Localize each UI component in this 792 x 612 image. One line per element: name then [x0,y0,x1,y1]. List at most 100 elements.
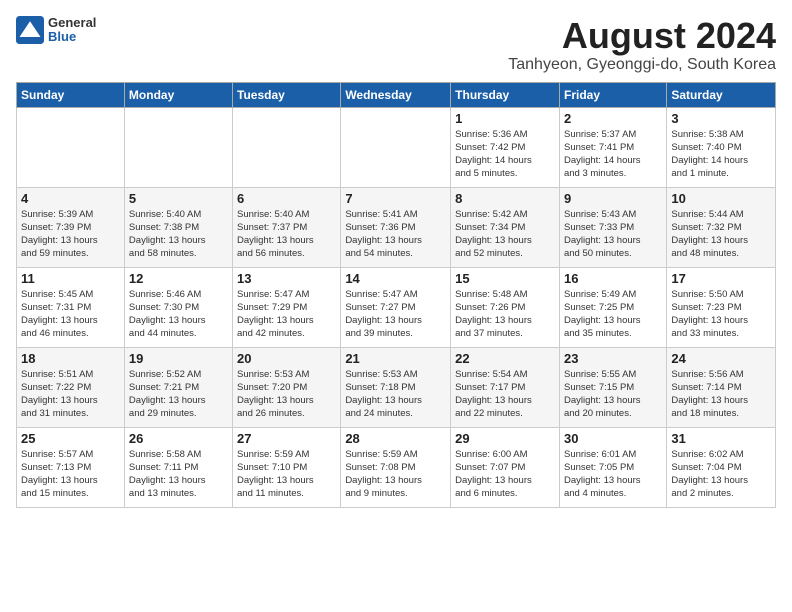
day-info: Sunrise: 5:45 AM Sunset: 7:31 PM Dayligh… [21,288,120,341]
col-header-friday: Friday [559,82,666,107]
day-number: 6 [237,191,336,206]
day-number: 19 [129,351,228,366]
calendar-cell: 24 Sunrise: 5:56 AM Sunset: 7:14 PM Dayli… [667,347,776,427]
day-number: 17 [671,271,771,286]
calendar-table: SundayMondayTuesdayWednesdayThursdayFrid… [16,82,776,508]
day-info: Sunrise: 5:57 AM Sunset: 7:13 PM Dayligh… [21,448,120,501]
day-number: 27 [237,431,336,446]
day-number: 12 [129,271,228,286]
day-number: 13 [237,271,336,286]
calendar-cell: 13 Sunrise: 5:47 AM Sunset: 7:29 PM Dayli… [233,267,341,347]
day-info: Sunrise: 5:59 AM Sunset: 7:10 PM Dayligh… [237,448,336,501]
calendar-cell: 4 Sunrise: 5:39 AM Sunset: 7:39 PM Daylig… [17,187,125,267]
day-info: Sunrise: 5:43 AM Sunset: 7:33 PM Dayligh… [564,208,662,261]
calendar-cell: 2 Sunrise: 5:37 AM Sunset: 7:41 PM Daylig… [559,107,666,187]
day-number: 25 [21,431,120,446]
calendar-cell: 28 Sunrise: 5:59 AM Sunset: 7:08 PM Dayli… [341,427,451,507]
day-info: Sunrise: 6:01 AM Sunset: 7:05 PM Dayligh… [564,448,662,501]
day-number: 16 [564,271,662,286]
day-number: 31 [671,431,771,446]
day-info: Sunrise: 5:47 AM Sunset: 7:29 PM Dayligh… [237,288,336,341]
day-number: 1 [455,111,555,126]
col-header-tuesday: Tuesday [233,82,341,107]
day-info: Sunrise: 5:55 AM Sunset: 7:15 PM Dayligh… [564,368,662,421]
logo-general: General [48,16,96,30]
calendar-cell: 12 Sunrise: 5:46 AM Sunset: 7:30 PM Dayli… [124,267,232,347]
calendar-cell: 23 Sunrise: 5:55 AM Sunset: 7:15 PM Dayli… [559,347,666,427]
day-number: 5 [129,191,228,206]
calendar-cell: 31Sunrise: 6:02 AM Sunset: 7:04 PM Dayli… [667,427,776,507]
calendar-cell [233,107,341,187]
col-header-saturday: Saturday [667,82,776,107]
calendar-week-row: 18Sunrise: 5:51 AM Sunset: 7:22 PM Dayli… [17,347,776,427]
calendar-cell: 10Sunrise: 5:44 AM Sunset: 7:32 PM Dayli… [667,187,776,267]
calendar-cell: 21 Sunrise: 5:53 AM Sunset: 7:18 PM Dayli… [341,347,451,427]
calendar-cell [124,107,232,187]
day-number: 9 [564,191,662,206]
day-info: Sunrise: 5:47 AM Sunset: 7:27 PM Dayligh… [345,288,446,341]
calendar-cell: 14 Sunrise: 5:47 AM Sunset: 7:27 PM Dayli… [341,267,451,347]
day-info: Sunrise: 5:40 AM Sunset: 7:37 PM Dayligh… [237,208,336,261]
calendar-cell: 20Sunrise: 5:53 AM Sunset: 7:20 PM Dayli… [233,347,341,427]
calendar-week-row: 4 Sunrise: 5:39 AM Sunset: 7:39 PM Daylig… [17,187,776,267]
calendar-cell: 25 Sunrise: 5:57 AM Sunset: 7:13 PM Dayli… [17,427,125,507]
day-number: 10 [671,191,771,206]
day-info: Sunrise: 5:39 AM Sunset: 7:39 PM Dayligh… [21,208,120,261]
day-number: 8 [455,191,555,206]
page-header: General Blue August 2024 Tanhyeon, Gyeon… [16,16,776,74]
calendar-cell: 30Sunrise: 6:01 AM Sunset: 7:05 PM Dayli… [559,427,666,507]
day-number: 26 [129,431,228,446]
location: Tanhyeon, Gyeonggi-do, South Korea [508,56,776,74]
day-info: Sunrise: 5:38 AM Sunset: 7:40 PM Dayligh… [671,128,771,181]
day-number: 24 [671,351,771,366]
day-number: 4 [21,191,120,206]
day-info: Sunrise: 5:58 AM Sunset: 7:11 PM Dayligh… [129,448,228,501]
calendar-cell: 11Sunrise: 5:45 AM Sunset: 7:31 PM Dayli… [17,267,125,347]
calendar-cell: 8 Sunrise: 5:42 AM Sunset: 7:34 PM Daylig… [451,187,560,267]
calendar-cell: 18Sunrise: 5:51 AM Sunset: 7:22 PM Dayli… [17,347,125,427]
day-info: Sunrise: 5:53 AM Sunset: 7:18 PM Dayligh… [345,368,446,421]
day-info: Sunrise: 5:59 AM Sunset: 7:08 PM Dayligh… [345,448,446,501]
day-number: 7 [345,191,446,206]
calendar-cell: 22Sunrise: 5:54 AM Sunset: 7:17 PM Dayli… [451,347,560,427]
calendar-cell: 9 Sunrise: 5:43 AM Sunset: 7:33 PM Daylig… [559,187,666,267]
calendar-week-row: 1 Sunrise: 5:36 AM Sunset: 7:42 PM Daylig… [17,107,776,187]
col-header-monday: Monday [124,82,232,107]
day-info: Sunrise: 5:48 AM Sunset: 7:26 PM Dayligh… [455,288,555,341]
calendar-cell: 19Sunrise: 5:52 AM Sunset: 7:21 PM Dayli… [124,347,232,427]
calendar-cell: 29Sunrise: 6:00 AM Sunset: 7:07 PM Dayli… [451,427,560,507]
day-info: Sunrise: 5:53 AM Sunset: 7:20 PM Dayligh… [237,368,336,421]
calendar-cell: 7 Sunrise: 5:41 AM Sunset: 7:36 PM Daylig… [341,187,451,267]
calendar-cell: 26 Sunrise: 5:58 AM Sunset: 7:11 PM Dayli… [124,427,232,507]
day-number: 18 [21,351,120,366]
day-info: Sunrise: 5:41 AM Sunset: 7:36 PM Dayligh… [345,208,446,261]
day-info: Sunrise: 5:46 AM Sunset: 7:30 PM Dayligh… [129,288,228,341]
day-info: Sunrise: 5:37 AM Sunset: 7:41 PM Dayligh… [564,128,662,181]
day-info: Sunrise: 5:50 AM Sunset: 7:23 PM Dayligh… [671,288,771,341]
day-info: Sunrise: 5:36 AM Sunset: 7:42 PM Dayligh… [455,128,555,181]
day-number: 3 [671,111,771,126]
day-number: 29 [455,431,555,446]
day-number: 2 [564,111,662,126]
calendar-week-row: 25 Sunrise: 5:57 AM Sunset: 7:13 PM Dayli… [17,427,776,507]
day-number: 21 [345,351,446,366]
day-number: 28 [345,431,446,446]
col-header-wednesday: Wednesday [341,82,451,107]
day-info: Sunrise: 5:49 AM Sunset: 7:25 PM Dayligh… [564,288,662,341]
day-info: Sunrise: 5:42 AM Sunset: 7:34 PM Dayligh… [455,208,555,261]
calendar-cell [341,107,451,187]
day-info: Sunrise: 5:40 AM Sunset: 7:38 PM Dayligh… [129,208,228,261]
calendar-cell [17,107,125,187]
calendar-week-row: 11Sunrise: 5:45 AM Sunset: 7:31 PM Dayli… [17,267,776,347]
logo-text: General Blue [48,16,96,45]
col-header-sunday: Sunday [17,82,125,107]
calendar-cell: 15Sunrise: 5:48 AM Sunset: 7:26 PM Dayli… [451,267,560,347]
day-info: Sunrise: 5:56 AM Sunset: 7:14 PM Dayligh… [671,368,771,421]
day-number: 23 [564,351,662,366]
col-header-thursday: Thursday [451,82,560,107]
logo-blue: Blue [48,30,96,44]
day-number: 22 [455,351,555,366]
calendar-cell: 27 Sunrise: 5:59 AM Sunset: 7:10 PM Dayli… [233,427,341,507]
calendar-cell: 1 Sunrise: 5:36 AM Sunset: 7:42 PM Daylig… [451,107,560,187]
day-number: 14 [345,271,446,286]
